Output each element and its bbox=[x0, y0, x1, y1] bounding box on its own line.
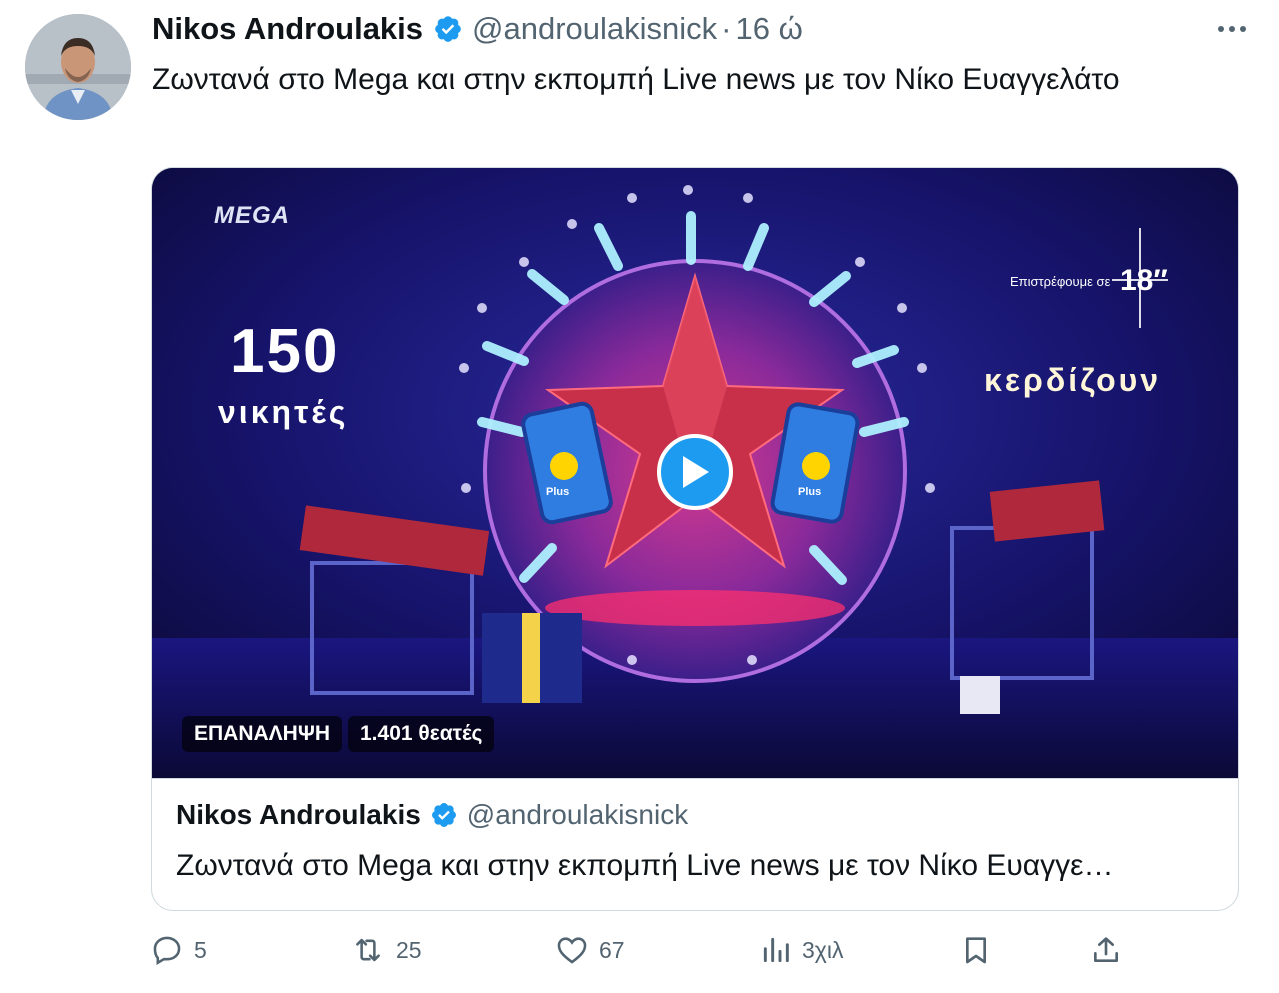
promo-win-label: κερδίζουν bbox=[984, 362, 1162, 398]
tweet[interactable]: Nikos Androulakis @androulakisnick · 16 … bbox=[0, 0, 1279, 993]
author-name[interactable]: Nikos Androulakis bbox=[152, 11, 423, 47]
author-handle[interactable]: @androulakisnick bbox=[472, 11, 717, 47]
play-button[interactable] bbox=[657, 434, 733, 510]
video-badges: ΕΠΑΝΑΛΗΨΗ 1.401 θεατές bbox=[182, 716, 495, 752]
viewers-badge: 1.401 θεατές bbox=[348, 716, 495, 752]
quote-author-handle: @androulakisnick bbox=[466, 799, 689, 830]
brand-label-left: Plus bbox=[546, 486, 570, 498]
views-icon bbox=[763, 937, 789, 963]
tweet-text: Ζωντανά στο Mega και στην εκπομπή Live n… bbox=[152, 63, 1120, 96]
bookmark-button[interactable] bbox=[960, 930, 1002, 970]
reply-button[interactable]: 5 bbox=[150, 930, 207, 970]
more-options-icon[interactable] bbox=[1215, 14, 1249, 44]
action-bar: 5 25 67 3χιλ bbox=[150, 930, 1150, 970]
like-count: 67 bbox=[599, 936, 625, 963]
verified-badge-icon bbox=[430, 801, 458, 829]
reply-count: 5 bbox=[194, 936, 207, 963]
return-countdown: 18′′ bbox=[1120, 264, 1168, 297]
replay-badge: ΕΠΑΝΑΛΗΨΗ bbox=[182, 716, 342, 752]
like-icon bbox=[557, 937, 587, 964]
share-icon bbox=[1094, 937, 1118, 962]
quoted-card[interactable]: MEGA 150 νικητές κερδίζουν Επιστρέφουμε … bbox=[151, 167, 1239, 911]
quote-text: Ζωντανά στο Mega και στην εκπομπή Live n… bbox=[176, 849, 1114, 882]
return-label: Επιστρέφουμε σε bbox=[1010, 274, 1111, 289]
retweet-icon bbox=[356, 938, 380, 962]
share-button[interactable] bbox=[1090, 930, 1132, 970]
like-button[interactable]: 67 bbox=[555, 930, 625, 970]
verified-badge-icon bbox=[433, 14, 463, 44]
brand-label-right: Plus bbox=[798, 486, 822, 498]
tweet-header: Nikos Androulakis @androulakisnick · 16 … bbox=[152, 8, 803, 50]
views-button[interactable]: 3χιλ bbox=[760, 930, 843, 970]
avatar[interactable] bbox=[25, 14, 131, 120]
promo-winners-label: νικητές bbox=[218, 394, 349, 430]
channel-logo: MEGA bbox=[214, 202, 290, 229]
retweet-count: 25 bbox=[396, 936, 422, 963]
tweet-time[interactable]: 16 ώ bbox=[736, 11, 803, 47]
views-count: 3χιλ bbox=[802, 936, 844, 963]
bookmark-icon bbox=[966, 937, 986, 964]
play-icon bbox=[683, 456, 709, 488]
quote-header: Nikos Androulakis @androulakisnick bbox=[176, 799, 688, 831]
retweet-button[interactable]: 25 bbox=[350, 930, 422, 970]
video-player[interactable]: MEGA 150 νικητές κερδίζουν Επιστρέφουμε … bbox=[152, 168, 1238, 778]
promo-number: 150 bbox=[230, 317, 340, 386]
quoted-tweet[interactable]: Nikos Androulakis @androulakisnick Ζωντα… bbox=[152, 778, 1238, 910]
reply-icon bbox=[153, 936, 181, 965]
separator-dot: · bbox=[721, 11, 732, 46]
quote-author-name: Nikos Androulakis bbox=[176, 799, 421, 830]
